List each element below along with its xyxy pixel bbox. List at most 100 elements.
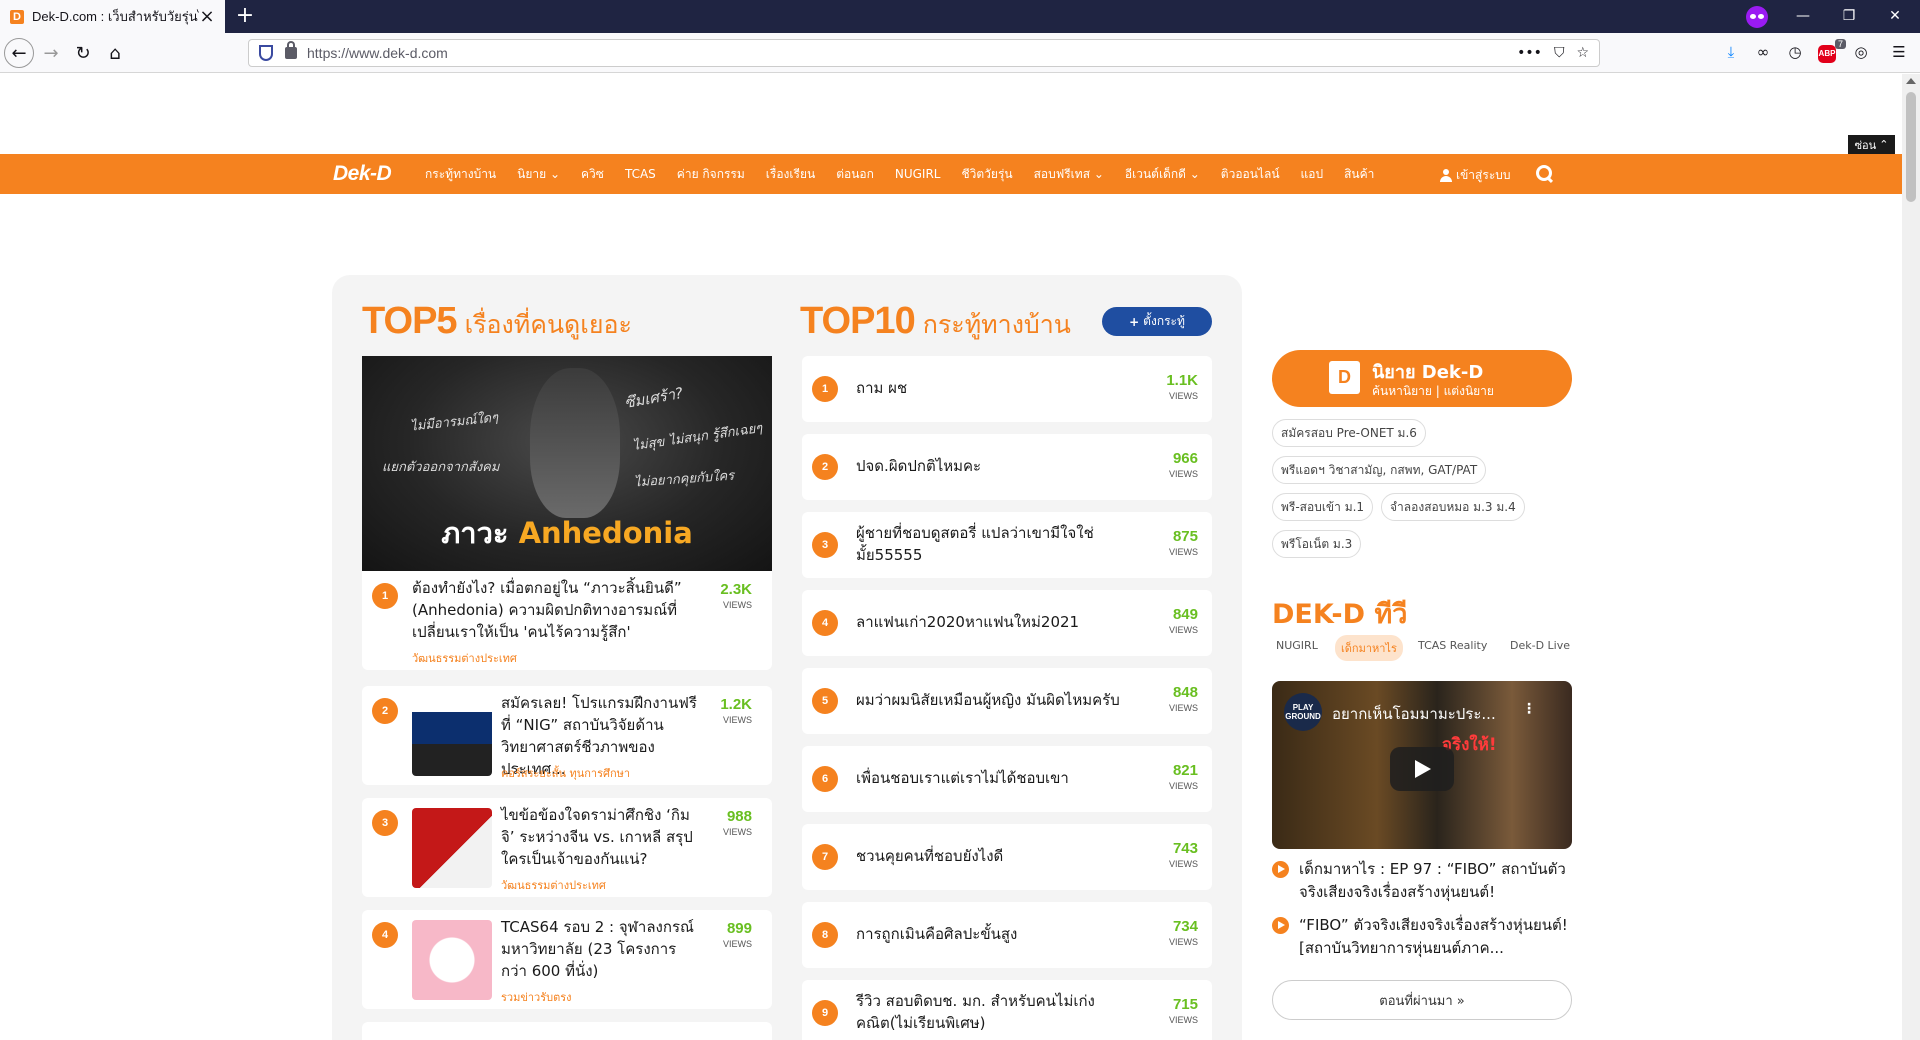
lock-icon[interactable] (285, 41, 297, 59)
menu-item-free-test[interactable]: สอบฟรีเทส ⌄ (1034, 165, 1104, 184)
exam-tag[interactable]: พรี-สอบเข้า ม.1 (1272, 493, 1374, 521)
topic-title[interactable]: รีวิว สอบติดบช. มก. สำหรับคนไม่เก่งคณิต(… (856, 990, 1146, 1034)
page-scrollbar[interactable] (1902, 74, 1920, 1040)
hide-ad-button[interactable]: ซ่อน ⌃ (1848, 135, 1895, 154)
channel-avatar[interactable]: PLAY GROUND (1284, 693, 1322, 731)
menu-item-board[interactable]: กระทู้ทางบ้าน (425, 165, 496, 184)
topic-title[interactable]: ผู้ชายที่ชอบดูสตอรี่ แปลว่าเขามีใจใช่มั้… (856, 522, 1146, 566)
menu-item-app[interactable]: แอป (1301, 165, 1324, 184)
browser-tab[interactable]: D Dek-D.com : เว็บสำหรับวัยรุ่นไทย × (0, 0, 225, 33)
login-button[interactable]: เข้าสู่ระบบ (1440, 166, 1511, 185)
top5-item-5[interactable] (362, 1022, 772, 1040)
topic-title[interactable]: ถาม ผช (856, 377, 1146, 399)
restore-window-button[interactable]: ❐ (1826, 0, 1872, 33)
search-novel-link[interactable]: ค้นหานิยาย (1372, 384, 1432, 398)
reload-button[interactable]: ↻ (68, 38, 98, 68)
search-icon[interactable] (1536, 165, 1553, 182)
episode-title[interactable]: “FIBO” ตัวจริงเสียงจริงเรื่องสร้างหุ่นยน… (1299, 914, 1574, 960)
pocket-icon[interactable]: ⛉ (1554, 45, 1565, 61)
top5-hero-image[interactable]: ไม่มีอารมณ์ใดๆ ซึมเศร้า? ไม่สุข ไม่สนุก … (362, 356, 772, 571)
menu-item-abroad[interactable]: ต่อนอก (836, 165, 874, 184)
extension-icon[interactable]: ◎ (1850, 43, 1872, 65)
scrollbar-thumb[interactable] (1906, 92, 1916, 202)
topic-title[interactable]: การถูกเมินคือศิลปะขั้นสูง (856, 923, 1146, 945)
write-novel-link[interactable]: แต่งนิยาย (1444, 384, 1494, 398)
adblock-plus-icon[interactable]: ABP 7 (1818, 39, 1846, 67)
menu-item-teen-life[interactable]: ชีวิตวัยรุ่น (962, 165, 1013, 184)
url-text[interactable]: https://www.dek-d.com (307, 45, 1517, 61)
menu-item-tutor[interactable]: ติวออนไลน์ (1221, 165, 1280, 184)
novel-dekd-button[interactable]: D นิยาย Dek-D ค้นหานิยาย | แต่งนิยาย (1272, 350, 1572, 407)
article-thumbnail[interactable] (412, 808, 492, 888)
article-thumbnail[interactable] (412, 920, 492, 1000)
article-category[interactable]: รวมข่าวรับตรง (501, 988, 572, 1006)
menu-item-nugirl[interactable]: NUGIRL (895, 167, 941, 181)
top10-item[interactable]: 3 ผู้ชายที่ชอบดูสตอรี่ แปลว่าเขามีใจใช่ม… (802, 512, 1212, 578)
topic-title[interactable]: ชวนคุยคนที่ชอบยังไงดี (856, 845, 1146, 867)
exam-tag[interactable]: พรีแอดฯ วิชาสามัญ, กสพท, GAT/PAT (1272, 456, 1487, 484)
menu-item-shop[interactable]: สินค้า (1344, 165, 1374, 184)
video-title[interactable]: อยากเห็นโอมมามะประ... (1332, 702, 1496, 726)
back-button[interactable]: ← (4, 38, 34, 68)
menu-item-quiz[interactable]: ควิซ (581, 165, 604, 184)
history-clock-icon[interactable]: ◷ (1784, 43, 1806, 65)
episode-link[interactable]: เด็กมาหาไร : EP 97 : “FIBO” สถาบันตัวจริ… (1272, 858, 1572, 904)
topic-title[interactable]: ผมว่าผมนิสัยเหมือนผู้หญิง มันผิดไหมครับ (856, 689, 1146, 711)
top10-item[interactable]: 8 การถูกเมินคือศิลปะขั้นสูง 734 VIEWS (802, 902, 1212, 968)
mask-toolbar-icon[interactable]: ∞ (1752, 43, 1774, 65)
tv-tab-tcas-reality[interactable]: TCAS Reality (1412, 635, 1493, 656)
menu-item-camp[interactable]: ค่าย กิจกรรม (677, 165, 745, 184)
top10-item[interactable]: 9 รีวิว สอบติดบช. มก. สำหรับคนไม่เก่งคณิ… (802, 980, 1212, 1040)
episode-title[interactable]: เด็กมาหาไร : EP 97 : “FIBO” สถาบันตัวจริ… (1299, 858, 1574, 904)
top5-item-3[interactable]: 3 ไขข้อข้องใจดราม่าศึกชิง ‘กิมจิ’ ระหว่า… (362, 798, 772, 897)
exam-tag[interactable]: สมัครสอบ Pre-ONET ม.6 (1272, 419, 1426, 447)
article-title[interactable]: ไขข้อข้องใจดราม่าศึกชิง ‘กิมจิ’ ระหว่างจ… (501, 804, 701, 870)
top10-item[interactable]: 6 เพื่อนชอบเราแต่เราไม่ได้ชอบเขา 821 VIE… (802, 746, 1212, 812)
top5-item-1[interactable]: 1 ต้องทำยังไง? เมื่อตกอยู่ใน “ภาวะสิ้นยิ… (362, 571, 772, 670)
top10-item[interactable]: 1 ถาม ผช 1.1K VIEWS (802, 356, 1212, 422)
play-icon[interactable] (1390, 747, 1454, 791)
top10-item[interactable]: 7 ชวนคุยคนที่ชอบยังไงดี 743 VIEWS (802, 824, 1212, 890)
top5-item-4[interactable]: 4 TCAS64 รอบ 2 : จุฬาลงกรณ์มหาวิทยาลัย (… (362, 910, 772, 1009)
minimize-window-button[interactable]: — (1780, 0, 1826, 33)
home-button[interactable]: ⌂ (100, 38, 130, 68)
tracking-protection-shield-icon[interactable] (259, 45, 273, 61)
tv-tab-nugirl[interactable]: NUGIRL (1270, 635, 1324, 656)
article-category[interactable]: คอร์สระยะสั้น ทุนการศึกษา (501, 764, 630, 782)
more-options-icon[interactable]: ⋮ (1522, 701, 1536, 717)
create-topic-button[interactable]: + ตั้งกระทู้ (1102, 307, 1212, 336)
forward-button[interactable]: → (36, 38, 66, 68)
tab-close-icon[interactable]: × (199, 6, 215, 27)
close-window-button[interactable]: ✕ (1872, 0, 1918, 33)
top5-item-2[interactable]: 2 สมัครเลย! โปรแกรมฝึกงานฟรีที่ “NIG” สถ… (362, 686, 772, 785)
bookmark-star-icon[interactable]: ☆ (1576, 45, 1589, 61)
tv-tab-dekd-live[interactable]: Dek-D Live (1504, 635, 1576, 656)
page-actions-icon[interactable]: ••• (1517, 45, 1542, 61)
video-player[interactable]: PLAY GROUND อยากเห็นโอมมามะประ... ⋮ จริง… (1272, 681, 1572, 849)
top10-item[interactable]: 5 ผมว่าผมนิสัยเหมือนผู้หญิง มันผิดไหมครั… (802, 668, 1212, 734)
topic-title[interactable]: เพื่อนชอบเราแต่เราไม่ได้ชอบเขา (856, 767, 1146, 789)
article-category[interactable]: วัฒนธรรมต่างประเทศ (412, 649, 517, 667)
episode-link[interactable]: “FIBO” ตัวจริงเสียงจริงเรื่องสร้างหุ่นยน… (1272, 914, 1572, 960)
address-bar[interactable]: https://www.dek-d.com ••• ⛉ ☆ (248, 39, 1600, 67)
topic-title[interactable]: ปจด.ผิดปกติไหมคะ (856, 455, 1146, 477)
menu-item-novel[interactable]: นิยาย ⌄ (517, 165, 560, 184)
topic-title[interactable]: ลาแฟนเก่า2020หาแฟนใหม่2021 (856, 611, 1146, 633)
new-tab-button[interactable]: + (232, 4, 258, 30)
menu-hamburger-icon[interactable]: ☰ (1888, 43, 1910, 65)
exam-tag[interactable]: พรีโอเน็ต ม.3 (1272, 530, 1362, 558)
menu-item-tcas[interactable]: TCAS (625, 167, 656, 181)
menu-item-event[interactable]: อีเวนต์เด็กดี ⌄ (1125, 165, 1200, 184)
dekd-logo[interactable]: Dek-D (333, 162, 392, 186)
scroll-up-arrow-icon[interactable] (1906, 78, 1916, 84)
tv-tab-dekmahrai[interactable]: เด็กมาหาไร (1335, 635, 1403, 661)
article-title[interactable]: ต้องทำยังไง? เมื่อตกอยู่ใน “ภาวะสิ้นยินด… (412, 577, 697, 643)
top10-item[interactable]: 4 ลาแฟนเก่า2020หาแฟนใหม่2021 849 VIEWS (802, 590, 1212, 656)
top10-item[interactable]: 2 ปจด.ผิดปกติไหมคะ 966 VIEWS (802, 434, 1212, 500)
article-thumbnail[interactable] (412, 696, 492, 776)
article-title[interactable]: TCAS64 รอบ 2 : จุฬาลงกรณ์มหาวิทยาลัย (23… (501, 916, 701, 982)
past-episodes-button[interactable]: ตอนที่ผ่านมา » (1272, 980, 1572, 1020)
downloads-icon[interactable]: ⤓ (1720, 43, 1742, 65)
menu-item-study[interactable]: เรื่องเรียน (766, 165, 815, 184)
exam-tag[interactable]: จำลองสอบหมอ ม.3 ม.4 (1381, 493, 1525, 521)
